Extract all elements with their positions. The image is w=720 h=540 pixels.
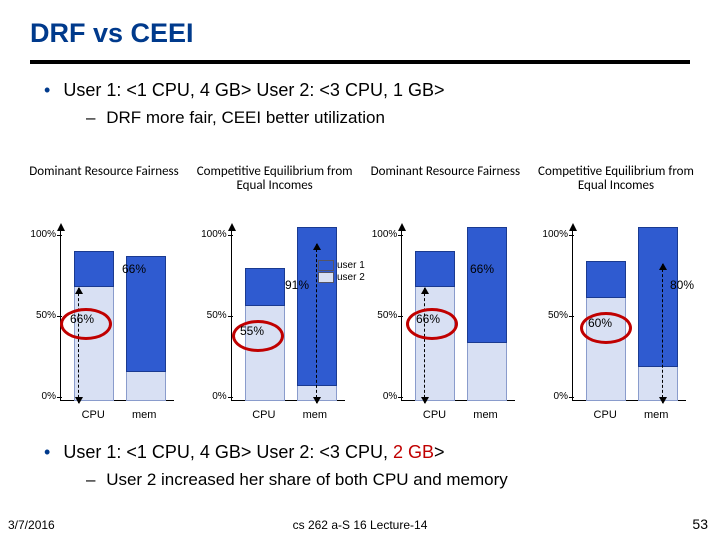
bullet-bottom-pre: User 1: <1 CPU, 4 GB> User 2: <3 CPU,: [63, 442, 393, 462]
y-tick: 50%: [199, 310, 227, 321]
seg-user1: [415, 251, 455, 287]
legend-label-user1: user 1: [337, 260, 365, 271]
y-tick: 50%: [540, 310, 568, 321]
footer-page: 53: [692, 516, 708, 532]
arrow-up-icon: [57, 223, 65, 231]
arrow-up-icon: [228, 223, 236, 231]
dim-arrow: [662, 264, 663, 403]
x-label-mem: mem: [132, 409, 156, 421]
y-axis: [572, 229, 573, 401]
chart-panels: Dominant Resource Fairness 100% 50% 0% CPU me…: [24, 165, 696, 425]
annot-p2-b: 66%: [416, 312, 440, 326]
y-tick: 0%: [199, 391, 227, 402]
title-rule: [30, 60, 690, 64]
seg-user2: [126, 370, 166, 401]
x-labels: CPU mem: [536, 409, 696, 421]
y-axis: [231, 229, 232, 401]
x-label-mem: mem: [644, 409, 668, 421]
y-tick: 100%: [369, 229, 397, 240]
arrow-up-icon: [569, 223, 577, 231]
dash-icon: –: [86, 470, 95, 489]
x-label-mem: mem: [473, 409, 497, 421]
annot-p1-a: 91%: [285, 278, 309, 292]
legend-user2: user 2: [318, 272, 365, 283]
seg-user2: [74, 285, 114, 401]
bullet-top: • User 1: <1 CPU, 4 GB> User 2: <3 CPU, …: [44, 80, 444, 101]
legend-swatch-user1: [318, 260, 334, 271]
bullet-bottom-sub-text: User 2 increased her share of both CPU a…: [106, 470, 508, 489]
legend-label-user2: user 2: [337, 272, 365, 283]
x-labels: CPU mem: [195, 409, 355, 421]
legend: user 1 user 2: [318, 260, 365, 284]
chart-panel: Dominant Resource Fairness 100% 50% 0% CPU me…: [365, 165, 525, 425]
seg-user1: [245, 268, 285, 306]
annot-p1-b: 55%: [240, 324, 264, 338]
bars: [237, 229, 341, 401]
seg-user1: [467, 227, 507, 343]
footer-center: cs 262 a-S 16 Lecture-14: [0, 518, 720, 532]
bullet-top-sub-text: DRF more fair, CEEI better utilization: [106, 108, 385, 127]
bullet-bottom-sub: – User 2 increased her share of both CPU…: [86, 470, 508, 490]
seg-user1: [586, 261, 626, 297]
x-labels: CPU mem: [24, 409, 184, 421]
bullet-bottom: • User 1: <1 CPU, 4 GB> User 2: <3 CPU, …: [44, 442, 445, 463]
chart-panel: Competitive Equilibrium from Equal Incom…: [195, 165, 355, 425]
seg-user2: [245, 304, 285, 401]
bullet-top-sub: – DRF more fair, CEEI better utilization: [86, 108, 385, 128]
y-tick: 50%: [369, 310, 397, 321]
panel-title: Dominant Resource Fairness: [24, 165, 184, 179]
panel-title: Competitive Equilibrium from Equal Incom…: [536, 165, 696, 194]
chart-panel: Dominant Resource Fairness 100% 50% 0% CPU me…: [24, 165, 184, 425]
seg-user2: [638, 365, 678, 401]
annot-p3-a: 80%: [670, 278, 694, 292]
x-label-cpu: CPU: [594, 409, 617, 421]
seg-user1: [638, 227, 678, 367]
annot-p0-b: 66%: [70, 312, 94, 326]
annot-p3-b: 60%: [588, 316, 612, 330]
annot-p2-a: 66%: [470, 262, 494, 276]
arrow-up-icon: [398, 223, 406, 231]
y-tick: 0%: [28, 391, 56, 402]
x-label-cpu: CPU: [423, 409, 446, 421]
dash-icon: –: [86, 108, 95, 127]
dim-arrow: [78, 288, 79, 403]
y-tick: 50%: [28, 310, 56, 321]
legend-user1: user 1: [318, 260, 365, 271]
seg-user2: [415, 285, 455, 401]
seg-user2: [467, 341, 507, 401]
panel-title: Dominant Resource Fairness: [365, 165, 525, 179]
slide-title: DRF vs CEEI: [30, 18, 194, 49]
y-axis: [60, 229, 61, 401]
chart-panel: Competitive Equilibrium from Equal Incom…: [536, 165, 696, 425]
bullet-dot-icon: •: [44, 442, 50, 462]
annot-p0-a: 66%: [122, 262, 146, 276]
x-labels: CPU mem: [365, 409, 525, 421]
x-label-cpu: CPU: [252, 409, 275, 421]
seg-user1: [74, 251, 114, 287]
y-tick: 100%: [540, 229, 568, 240]
y-tick: 0%: [369, 391, 397, 402]
dim-arrow: [316, 244, 317, 403]
dim-arrow: [424, 288, 425, 403]
bullet-top-text: User 1: <1 CPU, 4 GB> User 2: <3 CPU, 1 …: [63, 80, 444, 100]
chart-area: 100% 50% 0%: [195, 229, 355, 401]
y-tick: 100%: [28, 229, 56, 240]
bullet-dot-icon: •: [44, 80, 50, 100]
bullet-bottom-post: >: [434, 442, 445, 462]
y-tick: 0%: [540, 391, 568, 402]
x-label-mem: mem: [303, 409, 327, 421]
y-axis: [401, 229, 402, 401]
y-tick: 100%: [199, 229, 227, 240]
legend-swatch-user2: [318, 272, 334, 283]
x-label-cpu: CPU: [82, 409, 105, 421]
bullet-bottom-red: 2 GB: [393, 442, 434, 462]
panel-title: Competitive Equilibrium from Equal Incom…: [195, 165, 355, 194]
slide: DRF vs CEEI • User 1: <1 CPU, 4 GB> User…: [0, 0, 720, 540]
